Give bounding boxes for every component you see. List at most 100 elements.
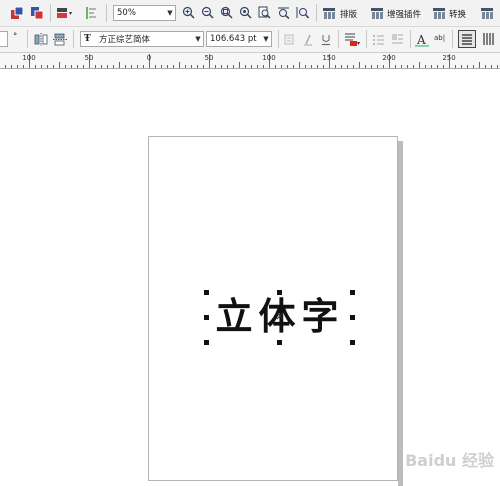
ruler-tick (197, 65, 198, 68)
ruler-tick (383, 65, 384, 68)
menu-layout-label[interactable]: 排版 (340, 8, 357, 20)
ruler-tick (227, 65, 228, 68)
zoom-all-objects-icon[interactable] (239, 6, 252, 19)
chevron-down-icon: ▼ (195, 35, 201, 43)
ruler-label: 200 (382, 54, 396, 62)
ruler-tick (185, 65, 186, 68)
ruler-tick (401, 65, 402, 68)
text-frame-icon[interactable]: ab| (434, 34, 445, 42)
bold-icon[interactable] (283, 33, 295, 46)
ruler-label: 0 (146, 54, 152, 62)
ruler-tick (491, 65, 492, 68)
toolbar-separator (366, 30, 367, 48)
zoom-page-icon[interactable] (258, 6, 271, 19)
edit-text-icon[interactable]: A (415, 32, 429, 47)
ruler-tick (317, 65, 318, 68)
ruler-tick (419, 62, 420, 68)
toolbar-separator (338, 30, 339, 48)
truetype-font-icon: Ŧ (84, 34, 91, 44)
ruler-tick (125, 65, 126, 68)
drawing-canvas[interactable]: 立体字 Baidu 经验 (0, 69, 500, 486)
ruler-tick (221, 65, 222, 68)
menu-enhanced-plugins-label[interactable]: 增强插件 (387, 8, 421, 20)
ruler-tick (107, 65, 108, 68)
ruler-tick (233, 65, 234, 68)
font-size-select[interactable]: 106.643 pt ▼ (206, 31, 272, 47)
selection-handle-right[interactable] (350, 315, 355, 320)
selection-handle-bottom[interactable] (277, 340, 282, 345)
export-icon[interactable] (30, 6, 44, 20)
mirror-horizontal-icon[interactable] (34, 33, 48, 46)
ruler-tick (53, 65, 54, 68)
import-icon[interactable] (10, 6, 24, 20)
zoom-page-height-icon[interactable] (296, 6, 309, 19)
selection-handle-top-right[interactable] (350, 290, 355, 295)
ruler-tick (119, 62, 120, 68)
ruler-tick (203, 65, 204, 68)
font-size-value: 106.643 pt (210, 34, 257, 44)
ruler-tick (47, 65, 48, 68)
zoom-level-select[interactable]: 50% ▼ (113, 5, 176, 21)
ruler-tick (77, 65, 78, 68)
text-alignment-icon[interactable] (344, 32, 360, 47)
horizontal-text-icon[interactable] (458, 30, 476, 48)
selection-handle-bottom-left[interactable] (204, 340, 209, 345)
ruler-tick (167, 65, 168, 68)
ruler-tick (323, 65, 324, 68)
ruler-tick (263, 65, 264, 68)
ruler-tick (413, 65, 414, 68)
ruler-tick (365, 65, 366, 68)
center-marker-icon (276, 312, 284, 320)
ruler-tick (101, 65, 102, 68)
selection-handle-bottom-right[interactable] (350, 340, 355, 345)
ruler-tick (353, 65, 354, 68)
ruler-tick (485, 65, 486, 68)
selection-handle-top[interactable] (277, 290, 282, 295)
rotation-angle-input[interactable] (0, 31, 8, 47)
underline-icon[interactable] (320, 33, 332, 46)
watermark: Baidu 经验 (405, 451, 494, 470)
ruler-tick (257, 65, 258, 68)
ruler-tick (305, 65, 306, 68)
ruler-tick (131, 65, 132, 68)
vertical-text-icon[interactable] (481, 32, 495, 46)
ruler-tick (497, 65, 498, 68)
ruler-tick (137, 65, 138, 68)
selection-handle-top-left[interactable] (204, 290, 209, 295)
ruler-tick (461, 65, 462, 68)
font-list-select[interactable]: Ŧ 方正综艺简体 ▼ (80, 31, 204, 47)
drop-cap-icon[interactable] (391, 33, 404, 46)
zoom-level-value: 50% (117, 8, 136, 18)
ruler-tick (299, 62, 300, 68)
ruler-tick (173, 65, 174, 68)
ruler-label: 50 (204, 54, 214, 62)
publish-icon[interactable] (56, 6, 72, 20)
zoom-page-width-icon[interactable] (277, 6, 290, 19)
property-bar: ° Ŧ 方正综艺简体 ▼ 106.643 pt ▼ A ab| (0, 27, 500, 53)
ruler-tick (473, 65, 474, 68)
ruler-tick (275, 65, 276, 68)
selection-handle-left[interactable] (204, 315, 209, 320)
menu-convert-label[interactable]: 转换 (449, 8, 466, 20)
zoom-selected-icon[interactable] (220, 6, 233, 19)
layout-icon[interactable] (322, 6, 337, 20)
ruler-tick (467, 65, 468, 68)
italic-icon[interactable] (302, 33, 314, 46)
more-plugins-icon[interactable] (480, 6, 495, 20)
zoom-in-icon[interactable] (182, 6, 195, 19)
ruler-tick (431, 65, 432, 68)
bullet-list-icon[interactable] (372, 33, 385, 46)
ruler-label: 100 (262, 54, 276, 62)
horizontal-ruler[interactable]: 100 50 0 50 100 150 200 250 (0, 53, 500, 69)
ruler-tick (287, 65, 288, 68)
edit-text-glyph: A (416, 33, 426, 47)
ruler-tick (251, 65, 252, 68)
convert-icon[interactable] (432, 6, 447, 20)
align-guides-icon[interactable] (84, 6, 98, 20)
mirror-vertical-icon[interactable] (53, 33, 67, 46)
zoom-out-icon[interactable] (201, 6, 214, 19)
ruler-tick (443, 65, 444, 68)
ruler-tick (65, 65, 66, 68)
plugin-icon[interactable] (370, 6, 385, 20)
ruler-tick (11, 65, 12, 68)
